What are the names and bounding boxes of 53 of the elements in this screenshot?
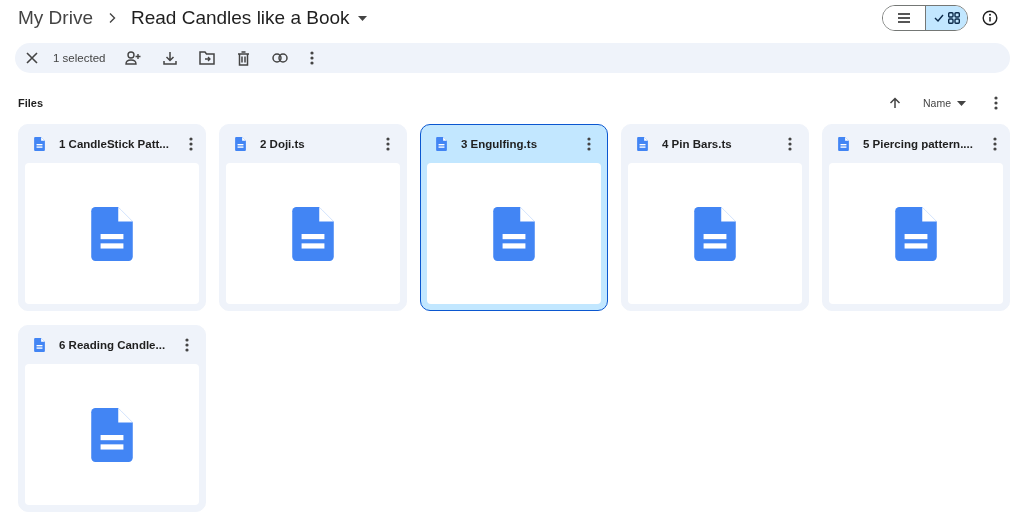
document-icon — [436, 137, 447, 151]
more-icon[interactable] — [386, 137, 390, 151]
file-card[interactable]: 2 Doji.ts — [219, 124, 407, 311]
file-name: 4 Pin Bars.ts — [662, 138, 733, 150]
more-icon[interactable] — [994, 96, 998, 110]
more-icon[interactable] — [587, 137, 591, 151]
check-icon — [933, 14, 944, 22]
more-icon[interactable] — [185, 338, 190, 352]
document-icon — [235, 137, 246, 151]
breadcrumb-link[interactable]: My Drive — [18, 7, 93, 29]
download-icon[interactable] — [163, 51, 178, 65]
document-icon — [292, 206, 334, 261]
more-icon[interactable] — [188, 137, 193, 151]
file-card[interactable]: 5 Piercing pattern.... — [822, 124, 1010, 311]
document-icon — [637, 137, 648, 151]
caret-icon — [357, 15, 367, 21]
trash-icon[interactable] — [237, 50, 251, 66]
link-icon[interactable] — [272, 53, 289, 63]
grid-icon — [947, 12, 960, 24]
add-person-icon[interactable] — [125, 51, 142, 65]
folder-icon[interactable] — [199, 51, 216, 65]
sort-button[interactable]: Name — [923, 97, 966, 109]
close-icon[interactable] — [25, 51, 39, 65]
file-card[interactable]: 6 Reading Candle... — [18, 325, 206, 512]
document-icon — [91, 407, 133, 462]
document-icon — [34, 338, 45, 352]
file-card[interactable]: 1 CandleStick Patt... — [18, 124, 206, 311]
file-name: 5 Piercing pattern.... — [863, 138, 973, 150]
section-title: Files — [18, 97, 45, 109]
chevron-icon — [107, 12, 116, 24]
file-name: 3 Engulfing.ts — [461, 138, 539, 150]
file-card[interactable]: 4 Pin Bars.ts — [621, 124, 809, 311]
document-icon — [895, 206, 937, 261]
grid-view-button[interactable] — [925, 6, 967, 30]
folder-title[interactable]: Read Candles like a Book — [130, 7, 350, 29]
file-name: 6 Reading Candle... — [59, 339, 166, 351]
document-icon — [91, 206, 133, 261]
selected-count: 1 selected — [53, 52, 106, 64]
list-icon — [897, 12, 911, 24]
document-icon — [493, 206, 535, 261]
document-icon — [34, 137, 45, 151]
file-name: 2 Doji.ts — [260, 138, 306, 150]
info-icon[interactable] — [982, 10, 998, 26]
view-toggle[interactable] — [882, 5, 968, 31]
more-icon[interactable] — [310, 51, 315, 65]
file-card[interactable]: 3 Engulfing.ts — [420, 124, 608, 311]
document-icon — [838, 137, 849, 151]
more-icon[interactable] — [788, 137, 792, 151]
more-icon[interactable] — [992, 137, 997, 151]
caret-icon — [957, 100, 966, 106]
document-icon — [694, 206, 736, 261]
sort-direction-icon[interactable] — [889, 97, 901, 109]
file-name: 1 CandleStick Patt... — [59, 138, 169, 150]
